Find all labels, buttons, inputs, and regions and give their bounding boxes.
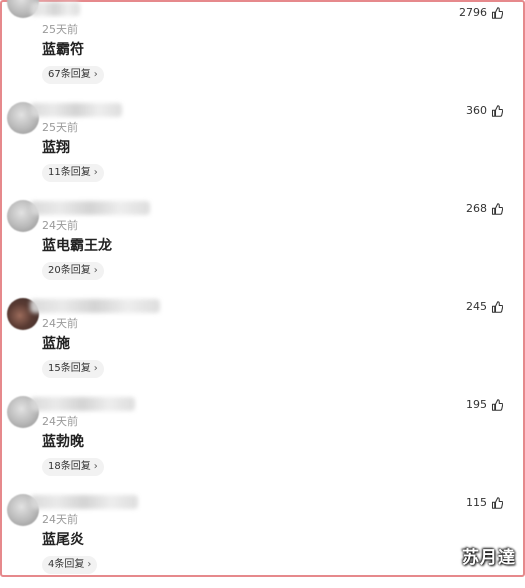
like-count: 268	[466, 202, 487, 215]
replies-label: 4条回复	[48, 559, 85, 570]
blurred-username	[30, 299, 160, 313]
blurred-username	[30, 103, 122, 117]
replies-label: 20条回复	[48, 265, 91, 276]
thumbs-up-icon	[491, 300, 503, 313]
blurred-username	[30, 201, 150, 215]
chevron-right-icon: ›	[93, 167, 98, 178]
comment-item: 24天前 蓝尾炎 4条回复 › 115	[0, 490, 525, 588]
comment-item: 24天前 蓝电霸王龙 20条回复 › 268	[0, 196, 525, 294]
replies-button[interactable]: 20条回复 ›	[42, 262, 104, 280]
comment-time: 25天前	[42, 23, 78, 36]
comment-item: 25天前 蓝翔 11条回复 › 360	[0, 98, 525, 196]
thumbs-up-icon	[491, 202, 503, 215]
comment-item: 24天前 蓝施 15条回复 › 245	[0, 294, 525, 392]
thumbs-up-icon	[491, 496, 503, 509]
comment-text: 蓝勃晚	[42, 434, 84, 450]
comment-item: 25天前 蓝霸符 67条回复 › 2796	[0, 0, 525, 98]
replies-label: 18条回复	[48, 461, 91, 472]
like-count: 195	[466, 398, 487, 411]
replies-label: 67条回复	[48, 69, 91, 80]
replies-button[interactable]: 4条回复 ›	[42, 556, 98, 574]
replies-button[interactable]: 67条回复 ›	[42, 66, 104, 84]
comment-time: 24天前	[42, 219, 78, 232]
thumbs-up-icon	[491, 104, 503, 117]
comment-time: 24天前	[42, 317, 78, 330]
comment-text: 蓝尾炎	[42, 532, 84, 548]
blurred-username	[30, 495, 138, 509]
thumbs-up-icon	[491, 6, 503, 19]
like-button[interactable]: 268	[466, 202, 503, 215]
thumbs-up-icon	[491, 398, 503, 411]
replies-button[interactable]: 15条回复 ›	[42, 360, 104, 378]
replies-button[interactable]: 11条回复 ›	[42, 164, 104, 182]
like-button[interactable]: 2796	[459, 6, 503, 19]
comment-text: 蓝翔	[42, 140, 70, 156]
blurred-username	[30, 397, 135, 411]
replies-button[interactable]: 18条回复 ›	[42, 458, 104, 476]
chevron-right-icon: ›	[93, 265, 98, 276]
like-button[interactable]: 360	[466, 104, 503, 117]
like-button[interactable]: 245	[466, 300, 503, 313]
comment-item: 24天前 蓝勃晚 18条回复 › 195	[0, 392, 525, 490]
chevron-right-icon: ›	[93, 461, 98, 472]
like-count: 2796	[459, 6, 487, 19]
watermark: 苏月達	[462, 548, 516, 568]
comment-time: 24天前	[42, 415, 78, 428]
comment-text: 蓝施	[42, 336, 70, 352]
like-count: 245	[466, 300, 487, 313]
comment-time: 24天前	[42, 513, 78, 526]
replies-label: 15条回复	[48, 363, 91, 374]
like-count: 115	[466, 496, 487, 509]
blurred-username	[30, 2, 80, 16]
comment-time: 25天前	[42, 121, 78, 134]
chevron-right-icon: ›	[93, 69, 98, 80]
comment-text: 蓝霸符	[42, 42, 84, 58]
like-count: 360	[466, 104, 487, 117]
replies-label: 11条回复	[48, 167, 91, 178]
like-button[interactable]: 195	[466, 398, 503, 411]
chevron-right-icon: ›	[87, 559, 92, 570]
like-button[interactable]: 115	[466, 496, 503, 509]
chevron-right-icon: ›	[93, 363, 98, 374]
comment-text: 蓝电霸王龙	[42, 238, 112, 254]
